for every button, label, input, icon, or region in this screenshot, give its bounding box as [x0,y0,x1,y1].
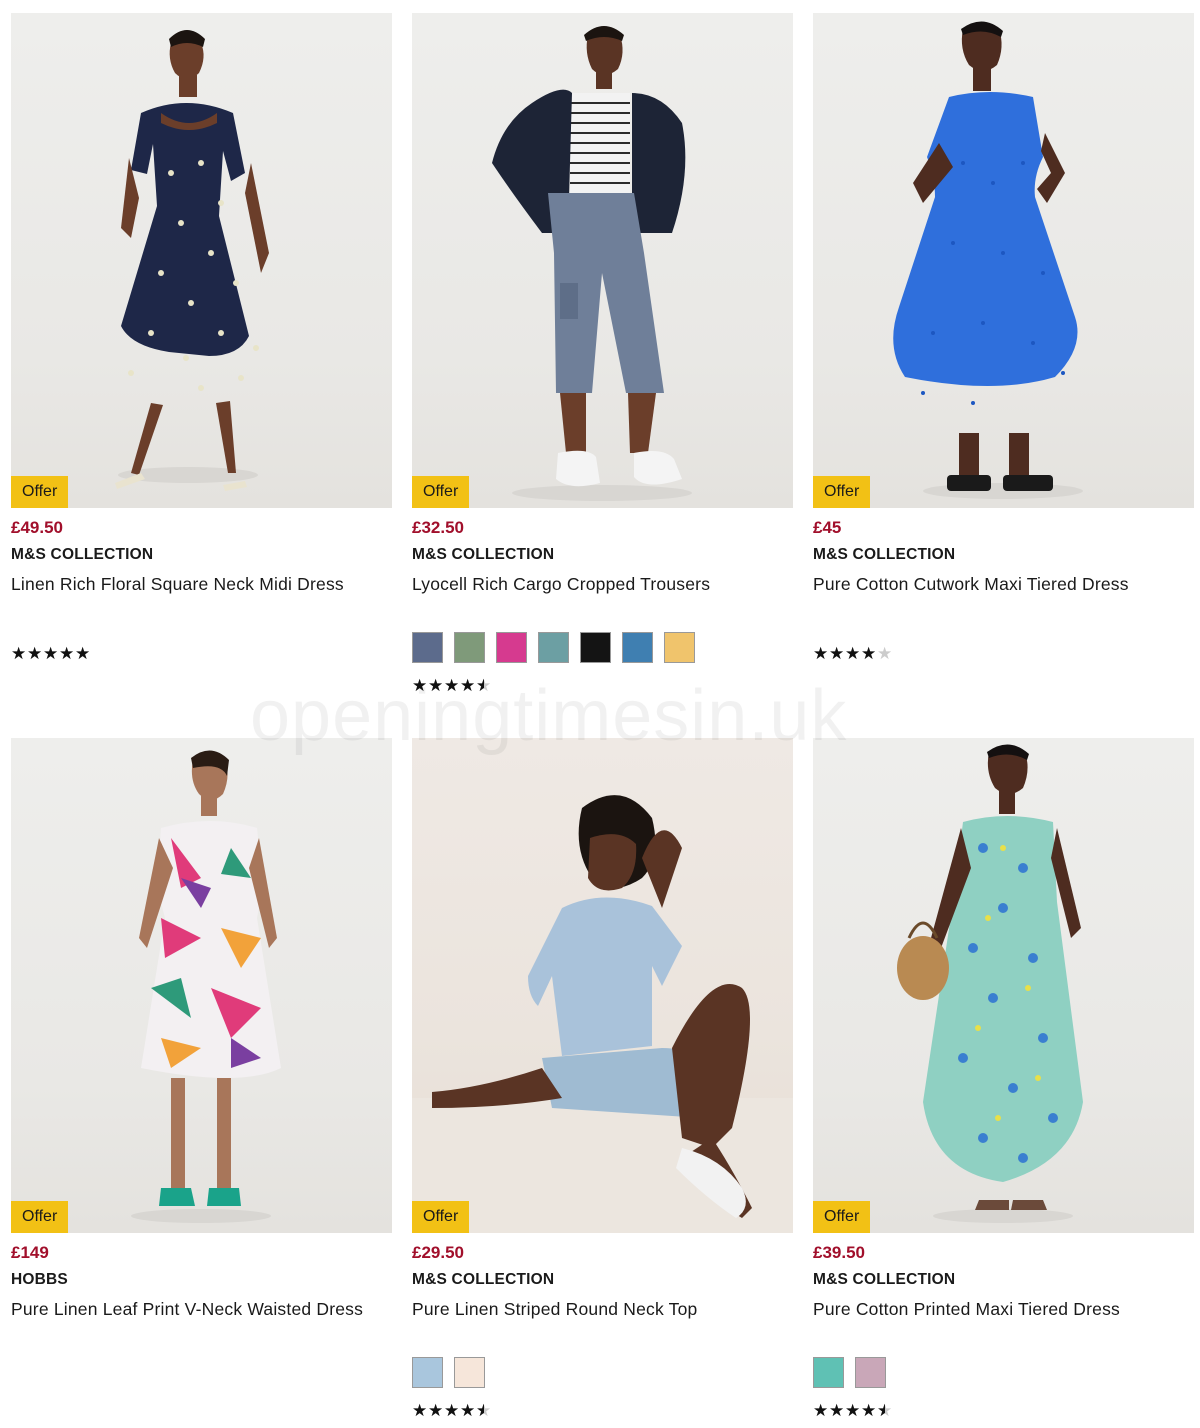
star-icon: ★★ [829,644,845,663]
product-brand: HOBBS [11,1271,68,1288]
product-card-leaf-print-dress[interactable]: Offer £149 HOBBS Pure Linen Leaf Print V… [11,738,392,1320]
product-image[interactable]: Offer [11,738,392,1233]
product-image[interactable]: Offer [412,738,793,1233]
colour-swatches [412,632,695,663]
star-icon: ★★ [75,644,91,663]
colour-swatch[interactable] [622,632,653,663]
product-price: £32.50 [412,518,464,537]
star-rating: ★★★★★★★★★★ [813,1402,892,1419]
star-icon: ★★ [813,1401,829,1420]
star-icon: ★★ [428,1401,444,1420]
product-image[interactable]: Offer [813,13,1194,508]
product-card-cutwork-maxi-dress[interactable]: Offer £45 M&S COLLECTION Pure Cotton Cut… [813,13,1194,662]
product-card-cargo-trousers[interactable]: Offer £32.50 M&S COLLECTION Lyocell Rich… [412,13,793,694]
star-icon: ★★ [861,644,877,663]
offer-badge: Offer [412,1201,470,1233]
star-icon: ★★ [59,644,75,663]
star-icon: ★★ [27,644,43,663]
colour-swatch[interactable] [538,632,569,663]
colour-swatch[interactable] [580,632,611,663]
product-price: £49.50 [11,518,63,537]
product-card-linen-floral-dress[interactable]: Offer £49.50 M&S COLLECTION Linen Rich F… [11,13,392,662]
offer-badge: Offer [813,476,871,508]
colour-swatch[interactable] [813,1357,844,1388]
product-name[interactable]: Pure Cotton Cutwork Maxi Tiered Dress [813,573,1194,595]
colour-swatch[interactable] [454,632,485,663]
product-brand: M&S COLLECTION [813,546,956,563]
colour-swatches [813,1357,886,1388]
star-icon: ★★ [845,1401,861,1420]
colour-swatch[interactable] [412,1357,443,1388]
product-card-printed-maxi-dress[interactable]: Offer £39.50 M&S COLLECTION Pure Cotton … [813,738,1194,1419]
colour-swatch[interactable] [454,1357,485,1388]
product-name[interactable]: Pure Cotton Printed Maxi Tiered Dress [813,1298,1194,1320]
product-name[interactable]: Linen Rich Floral Square Neck Midi Dress [11,573,392,595]
star-icon: ★★ [43,644,59,663]
offer-badge: Offer [813,1201,871,1233]
star-icon: ★★ [813,644,829,663]
star-rating: ★★★★★★★★★★ [412,677,491,694]
offer-badge: Offer [11,476,69,508]
product-brand: M&S COLLECTION [412,1271,555,1288]
product-name[interactable]: Pure Linen Striped Round Neck Top [412,1298,793,1320]
product-price: £45 [813,518,842,537]
star-icon: ★★ [412,676,428,695]
product-card-linen-striped-top[interactable]: Offer £29.50 M&S COLLECTION Pure Linen S… [412,738,793,1419]
star-icon: ★★ [412,1401,428,1420]
star-icon: ★★ [444,1401,460,1420]
star-rating: ★★★★★★★★★★ [813,645,892,662]
product-name[interactable]: Pure Linen Leaf Print V-Neck Waisted Dre… [11,1298,392,1320]
star-icon: ★★ [877,644,893,663]
star-icon: ★★ [861,1401,877,1420]
star-icon: ★★ [444,676,460,695]
offer-badge: Offer [412,476,470,508]
product-image[interactable]: Offer [11,13,392,508]
star-icon: ★★ [829,1401,845,1420]
star-icon: ★★ [460,676,476,695]
star-rating: ★★★★★★★★★★ [11,645,90,662]
product-name[interactable]: Lyocell Rich Cargo Cropped Trousers [412,573,793,595]
star-rating: ★★★★★★★★★★ [412,1402,491,1419]
product-brand: M&S COLLECTION [412,546,555,563]
colour-swatches [412,1357,485,1388]
product-price: £149 [11,1243,49,1262]
product-price: £29.50 [412,1243,464,1262]
product-image[interactable]: Offer [412,13,793,508]
star-icon: ★★ [845,644,861,663]
star-icon: ★★ [460,1401,476,1420]
colour-swatch[interactable] [496,632,527,663]
star-icon: ★★ [428,676,444,695]
star-icon: ★★ [476,1401,492,1420]
colour-swatch[interactable] [412,632,443,663]
product-brand: M&S COLLECTION [11,546,154,563]
product-price: £39.50 [813,1243,865,1262]
offer-badge: Offer [11,1201,69,1233]
product-image[interactable]: Offer [813,738,1194,1233]
product-brand: M&S COLLECTION [813,1271,956,1288]
colour-swatch[interactable] [855,1357,886,1388]
star-icon: ★★ [11,644,27,663]
star-icon: ★★ [877,1401,893,1420]
star-icon: ★★ [476,676,492,695]
colour-swatch[interactable] [664,632,695,663]
